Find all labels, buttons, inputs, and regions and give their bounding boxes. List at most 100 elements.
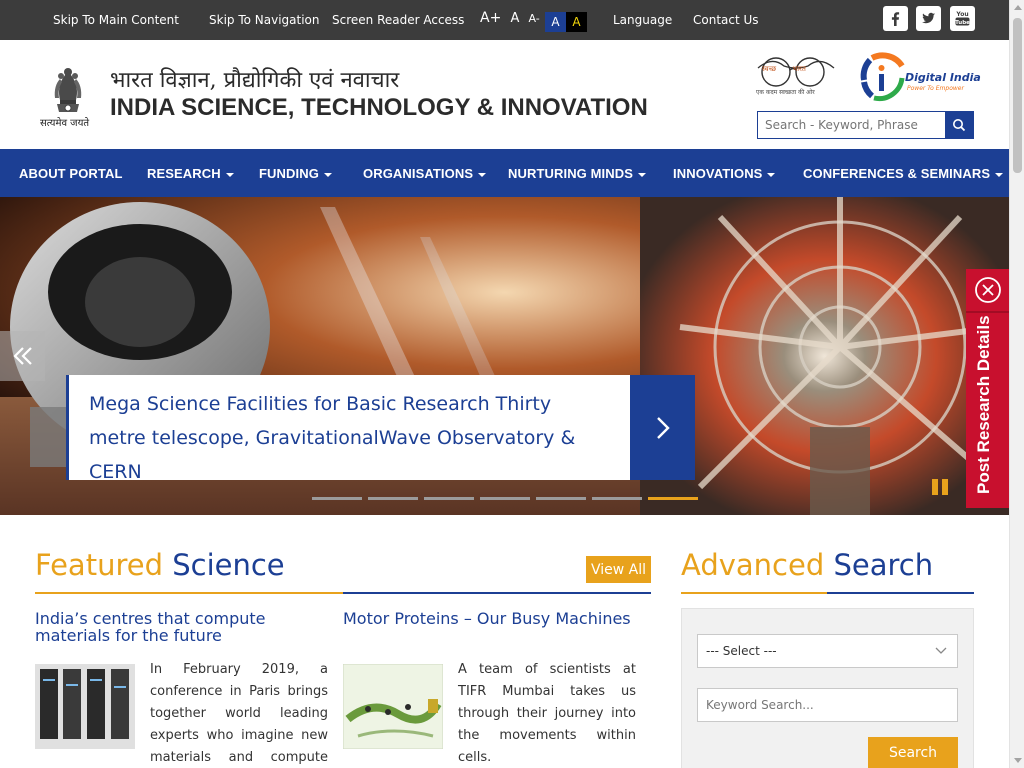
carousel-dot[interactable] [368, 497, 418, 500]
scroll-down-icon[interactable] [1014, 758, 1022, 763]
caret-down-icon [323, 172, 332, 177]
digital-india-text: Digital India [905, 71, 981, 84]
language-link[interactable]: Language [613, 13, 672, 27]
nav-conferences-seminars[interactable]: CONFERENCES & SEMINARS [803, 166, 1004, 181]
card-thumbnail[interactable] [35, 664, 135, 749]
page-scrollbar[interactable] [1009, 0, 1024, 768]
card-thumbnail[interactable] [343, 664, 443, 749]
double-chevron-left-icon [12, 347, 32, 365]
carousel-dot[interactable] [536, 497, 586, 500]
carousel-dot[interactable] [480, 497, 530, 500]
carousel-next-button[interactable] [630, 375, 695, 480]
nav-label: RESEARCH [147, 166, 221, 181]
carousel-dot[interactable] [424, 497, 474, 500]
carousel-indicators [312, 497, 698, 501]
emblem-caption: सत्यमेव जयते [40, 118, 90, 129]
heading-part-2: Science [172, 548, 285, 582]
youtube-icon[interactable]: You Tube [950, 6, 975, 31]
nav-about-portal[interactable]: ABOUT PORTAL [19, 166, 123, 181]
nav-innovations[interactable]: INNOVATIONS [673, 166, 776, 181]
nav-label: ABOUT PORTAL [19, 166, 123, 181]
carousel-dot[interactable] [592, 497, 642, 500]
main-navigation: ABOUT PORTAL RESEARCH FUNDING ORGANISATI… [0, 149, 1009, 197]
font-size-controls: A+ A A- [480, 10, 545, 26]
nav-organisations[interactable]: ORGANISATIONS [363, 166, 487, 181]
carousel-prev-button[interactable] [0, 331, 45, 381]
chevron-down-icon [935, 647, 947, 654]
twitter-icon[interactable] [916, 6, 941, 31]
nav-label: FUNDING [259, 166, 319, 181]
heading-part-1: Advanced [681, 548, 825, 582]
top-utility-bar: Skip To Main Content Skip To Navigation … [0, 0, 1009, 40]
site-title-hindi: भारत विज्ञान, प्रौद्योगिकी एवं नवाचार [110, 68, 400, 93]
hero-carousel: Mega Science Facilities for Basic Resear… [0, 197, 1009, 515]
select-value: --- Select --- [706, 644, 777, 658]
nav-label: NURTURING MINDS [508, 166, 633, 181]
nav-label: ORGANISATIONS [363, 166, 474, 181]
heading-part-2: Search [833, 548, 934, 582]
close-icon[interactable] [966, 269, 1009, 313]
site-title-english: INDIA SCIENCE, TECHNOLOGY & INNOVATION [110, 94, 648, 121]
card-title-link[interactable]: Motor Proteins – Our Busy Machines [343, 610, 643, 627]
pause-icon[interactable] [932, 479, 950, 497]
caret-down-icon [767, 172, 776, 177]
caret-down-icon [995, 172, 1004, 177]
font-decrease-button[interactable]: A- [529, 12, 540, 25]
carousel-dot-active[interactable] [648, 497, 698, 500]
skip-nav-link[interactable]: Skip To Navigation [209, 13, 320, 27]
digital-india-logo[interactable]: Digital India Power To Empower [858, 48, 981, 103]
site-header: सत्यमेव जयते भारत विज्ञान, प्रौद्योगिकी … [0, 40, 1009, 149]
nav-research[interactable]: RESEARCH [147, 166, 234, 181]
carousel-dot[interactable] [312, 497, 362, 500]
header-search [757, 111, 974, 139]
caret-down-icon [478, 172, 487, 177]
nav-nurturing-minds[interactable]: NURTURING MINDS [508, 166, 646, 181]
card-excerpt: In February 2019, a conference in Paris … [150, 662, 328, 765]
contrast-high-button[interactable]: A [566, 12, 587, 32]
scroll-up-icon[interactable] [1014, 5, 1022, 10]
heading-part-1: Featured [35, 548, 163, 582]
svg-text:Tube: Tube [955, 20, 970, 26]
contact-us-link[interactable]: Contact Us [693, 13, 759, 27]
advanced-search-heading: Advanced Search [681, 548, 933, 582]
swachh-tagline: एक कदम स्वच्छता की ओर [756, 89, 815, 96]
post-research-label: Post Research Details [974, 315, 993, 494]
caret-down-icon [225, 172, 234, 177]
nav-funding[interactable]: FUNDING [259, 166, 332, 181]
card-excerpt: A team of scientists at TIFR Mumbai take… [458, 662, 636, 765]
search-icon[interactable] [945, 112, 973, 138]
keyword-search-input[interactable]: Keyword Search... [697, 688, 958, 722]
facebook-icon[interactable] [883, 6, 908, 31]
carousel-caption-text: Mega Science Facilities for Basic Resear… [89, 393, 576, 483]
heading-underline [827, 592, 974, 594]
heading-underline [35, 592, 343, 594]
contrast-controls: A A [545, 12, 587, 32]
caret-down-icon [638, 172, 646, 177]
view-all-button[interactable]: View All [586, 556, 651, 583]
font-increase-button[interactable]: A+ [480, 10, 501, 26]
swachh-bharat-logo[interactable]: स्वच्छ भारत एक कदम स्वच्छता की ओर [752, 50, 852, 98]
heading-underline [681, 592, 827, 594]
pause-bar [932, 479, 938, 495]
pause-bar [942, 479, 948, 495]
contrast-default-button[interactable]: A [545, 12, 566, 32]
chevron-right-icon [656, 416, 670, 439]
swachh-text: स्वच्छ भारत [762, 65, 806, 73]
carousel-caption[interactable]: Mega Science Facilities for Basic Resear… [66, 375, 630, 483]
skip-main-link[interactable]: Skip To Main Content [53, 13, 179, 27]
nav-label: INNOVATIONS [673, 166, 763, 181]
heading-underline [343, 592, 651, 594]
screen-reader-link[interactable]: Screen Reader Access [332, 13, 464, 27]
post-research-side-tab[interactable]: Post Research Details [966, 269, 1009, 508]
header-search-input[interactable] [758, 112, 946, 138]
search-button[interactable]: Search [868, 737, 958, 768]
featured-science-heading: Featured Science [35, 548, 285, 582]
svg-text:You: You [955, 11, 968, 18]
nav-label: CONFERENCES & SEMINARS [803, 166, 991, 181]
font-normal-button[interactable]: A [510, 11, 519, 26]
category-select[interactable]: --- Select --- [697, 634, 958, 668]
card-title-link[interactable]: India’s centres that compute materials f… [35, 610, 335, 644]
digital-india-tagline: Power To Empower [907, 85, 964, 92]
national-emblem-logo[interactable]: सत्यमेव जयते [38, 60, 98, 132]
scrollbar-thumb[interactable] [1013, 18, 1022, 173]
